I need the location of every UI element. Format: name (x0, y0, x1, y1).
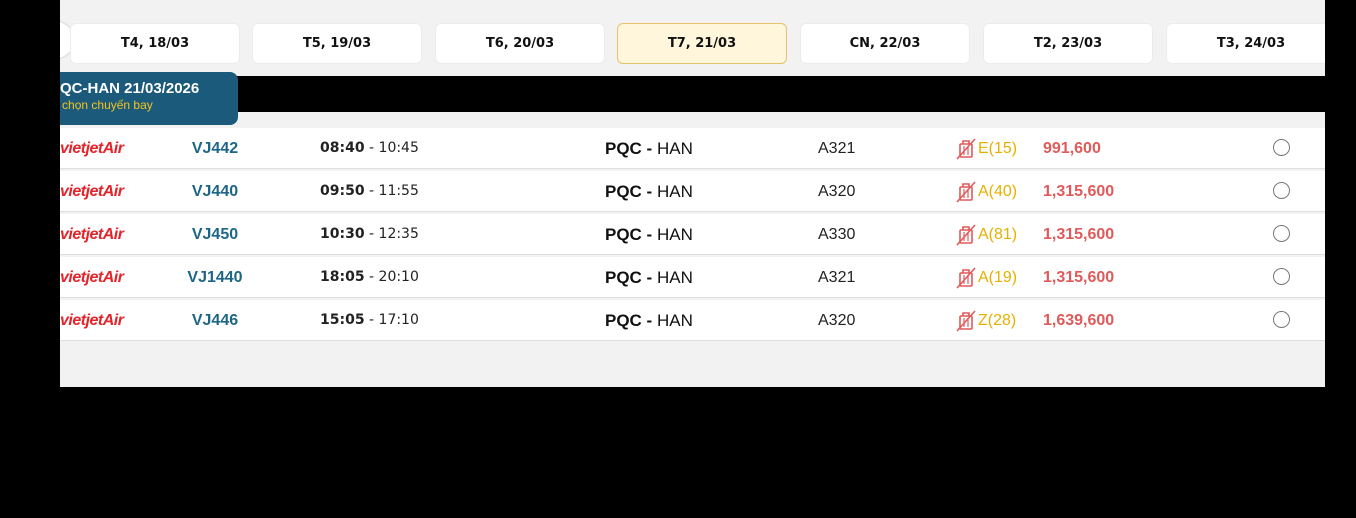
flight-time: 08:40 - 10:45 (320, 128, 419, 169)
fare-class: A(40) (978, 183, 1018, 200)
route-destination: HAN (656, 225, 693, 244)
aircraft-type: A320 (818, 183, 856, 200)
select-flight-radio[interactable] (1273, 225, 1290, 242)
date-tab[interactable]: CN, 22/03 (800, 23, 970, 64)
flight-row[interactable]: vietjetAir VJ440 09:50 - 11:55 PQC - HAN… (60, 171, 1325, 212)
flight-number: VJ442 (191, 140, 239, 157)
arrival-time: - 17:10 (364, 312, 419, 328)
date-tab[interactable]: T6, 20/03 (435, 23, 605, 64)
route-destination: HAN (656, 268, 693, 287)
flight-results-panel: T4, 18/03 T5, 19/03 T6, 20/03 T7, 21/03 … (60, 0, 1325, 387)
route-title: PQC-HAN 21/03/2026 (60, 80, 200, 97)
flight-row[interactable]: vietjetAir VJ1440 18:05 - 20:10 PQC - HA… (60, 257, 1325, 298)
fare-class: E(15) (978, 140, 1018, 157)
route-origin: PQC - (605, 225, 657, 244)
route-origin: PQC - (605, 139, 657, 158)
airline-logo: vietjetAir (60, 312, 124, 329)
ticket-price: 1,639,600 (1043, 312, 1115, 329)
aircraft-type: A321 (818, 140, 856, 157)
fare-class: A(19) (978, 269, 1018, 286)
flight-number: VJ440 (191, 183, 239, 200)
route-destination: HAN (656, 139, 693, 158)
route-destination: HAN (656, 182, 693, 201)
arrival-time: - 20:10 (364, 269, 419, 285)
departure-time: 15:05 (320, 312, 365, 328)
route-origin: PQC - (605, 268, 657, 287)
no-luggage-icon (956, 181, 976, 203)
select-flight-radio[interactable] (1273, 139, 1290, 156)
flight-time: 18:05 - 20:10 (320, 257, 419, 298)
flight-route: PQC - HAN (605, 128, 693, 169)
aircraft-type: A320 (818, 312, 856, 329)
airline-logo: vietjetAir (60, 226, 124, 243)
route-badge: PQC-HAN 21/03/2026 ựa chọn chuyến bay (60, 72, 238, 125)
flight-row[interactable]: vietjetAir VJ442 08:40 - 10:45 PQC - HAN… (60, 128, 1325, 169)
select-flight-radio[interactable] (1273, 182, 1290, 199)
date-selector-bar: T4, 18/03 T5, 19/03 T6, 20/03 T7, 21/03 … (60, 0, 1325, 76)
ticket-price: 991,600 (1043, 140, 1101, 157)
airline-logo: vietjetAir (60, 140, 124, 157)
flight-route: PQC - HAN (605, 257, 693, 298)
flight-number: VJ1440 (187, 269, 243, 286)
date-tab[interactable]: T4, 18/03 (70, 23, 240, 64)
no-luggage-icon (956, 138, 976, 160)
aircraft-type: A330 (818, 226, 856, 243)
flight-route: PQC - HAN (605, 171, 693, 212)
flight-row[interactable]: vietjetAir VJ450 10:30 - 12:35 PQC - HAN… (60, 214, 1325, 255)
date-tab[interactable]: T3, 24/03 (1166, 23, 1325, 64)
arrival-time: - 11:55 (364, 183, 419, 199)
ticket-price: 1,315,600 (1043, 226, 1115, 243)
fare-class: Z(28) (978, 312, 1017, 329)
ticket-price: 1,315,600 (1043, 183, 1115, 200)
departure-time: 10:30 (320, 226, 365, 242)
ticket-price: 1,315,600 (1043, 269, 1115, 286)
flight-number: VJ450 (191, 226, 239, 243)
no-luggage-icon (956, 267, 976, 289)
departure-time: 08:40 (320, 140, 365, 156)
route-subtitle: ựa chọn chuyến bay (60, 98, 153, 112)
airline-logo: vietjetAir (60, 269, 124, 286)
aircraft-type: A321 (818, 269, 856, 286)
flight-row[interactable]: vietjetAir VJ446 15:05 - 17:10 PQC - HAN… (60, 300, 1325, 341)
departure-time: 18:05 (320, 269, 365, 285)
select-flight-radio[interactable] (1273, 268, 1290, 285)
flight-number: VJ446 (191, 312, 239, 329)
no-luggage-icon (956, 224, 976, 246)
flight-time: 15:05 - 17:10 (320, 300, 419, 341)
select-flight-radio[interactable] (1273, 311, 1290, 328)
date-tab-selected[interactable]: T7, 21/03 (617, 23, 787, 64)
arrival-time: - 10:45 (364, 140, 419, 156)
fare-class: A(81) (978, 226, 1018, 243)
date-tab[interactable]: T2, 23/03 (983, 23, 1153, 64)
flight-route: PQC - HAN (605, 214, 693, 255)
route-origin: PQC - (605, 182, 657, 201)
route-destination: HAN (656, 311, 693, 330)
departure-time: 09:50 (320, 183, 365, 199)
no-luggage-icon (956, 310, 976, 332)
flight-time: 09:50 - 11:55 (320, 171, 419, 212)
route-origin: PQC - (605, 311, 657, 330)
date-tab[interactable]: T5, 19/03 (252, 23, 422, 64)
flight-route: PQC - HAN (605, 300, 693, 341)
airline-logo: vietjetAir (60, 183, 124, 200)
arrival-time: - 12:35 (364, 226, 419, 242)
flight-time: 10:30 - 12:35 (320, 214, 419, 255)
section-header-band (60, 76, 1325, 112)
